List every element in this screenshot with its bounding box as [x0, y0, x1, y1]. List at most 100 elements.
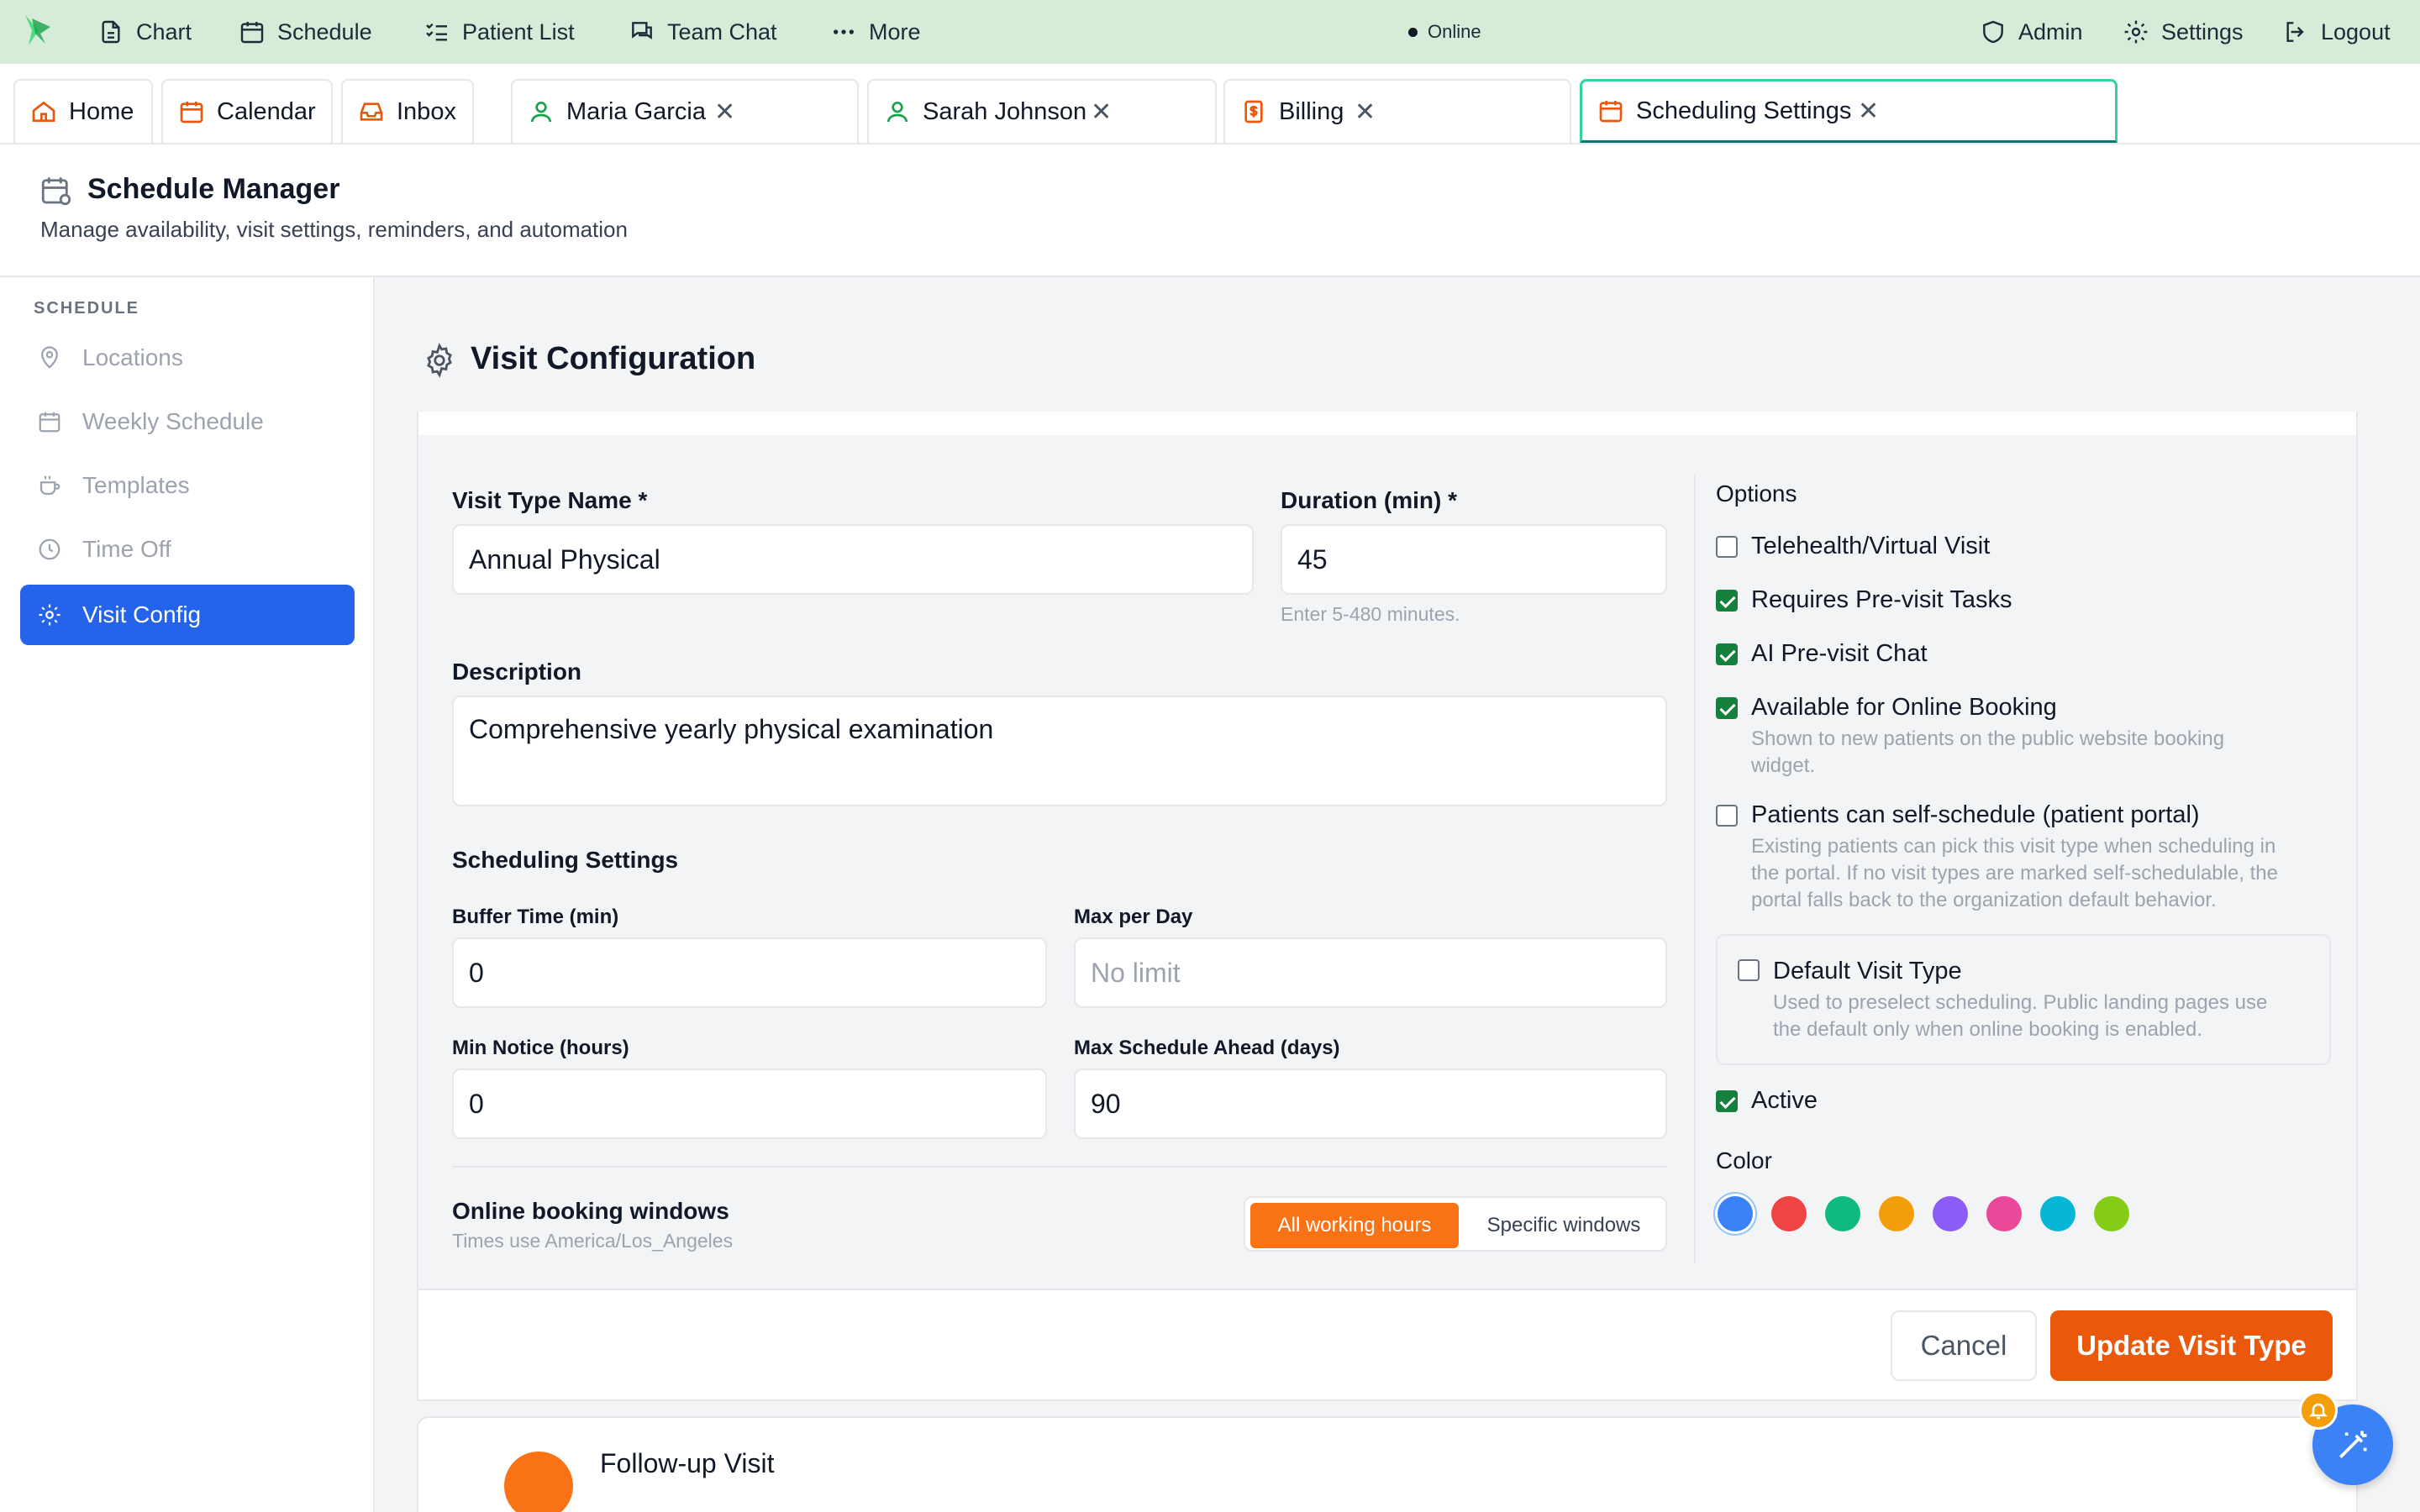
- nav-team-chat-label: Team Chat: [667, 18, 777, 45]
- scheduling-settings-heading: Scheduling Settings: [452, 847, 679, 873]
- nav-logout[interactable]: Logout: [2282, 0, 2391, 64]
- notification-bell-icon[interactable]: [2299, 1391, 2338, 1430]
- specific-windows-option[interactable]: Specific windows: [1465, 1203, 1662, 1248]
- clock-icon: [39, 538, 60, 560]
- duration-input[interactable]: 45: [1281, 524, 1667, 595]
- list-check-icon: [426, 23, 447, 41]
- cancel-button[interactable]: Cancel: [1891, 1310, 2037, 1381]
- active-checkbox[interactable]: [1716, 1090, 1738, 1112]
- all-working-hours-option[interactable]: All working hours: [1250, 1203, 1459, 1248]
- nav-team-chat[interactable]: Team Chat: [629, 0, 777, 64]
- nav-schedule[interactable]: Schedule: [239, 0, 372, 64]
- desc-line: the default only when online booking is …: [1773, 1018, 2203, 1041]
- color-swatch[interactable]: [1718, 1196, 1753, 1231]
- visit-type-name-input[interactable]: Annual Physical: [452, 524, 1254, 595]
- close-tab-icon[interactable]: ✕: [1858, 97, 1879, 126]
- nav-chart[interactable]: Chart: [97, 0, 192, 64]
- default-visit-type-label: Default Visit Type: [1773, 958, 1962, 984]
- color-swatch[interactable]: [1879, 1196, 1914, 1231]
- tab-scheduling-settings[interactable]: Scheduling Settings ✕: [1580, 79, 2118, 143]
- tab-calendar[interactable]: Calendar: [161, 79, 333, 143]
- description-label: Description: [452, 659, 582, 685]
- connection-status: Online: [1408, 0, 1481, 64]
- sidebar-item-visit-config[interactable]: Visit Config: [20, 585, 355, 645]
- ellipsis-icon: [834, 29, 854, 34]
- update-visit-type-button[interactable]: Update Visit Type: [2050, 1310, 2333, 1381]
- desc-line: portal falls back to the organization de…: [1751, 889, 2217, 911]
- calendar-settings-icon: [41, 177, 71, 206]
- online-booking-label: Available for Online Booking: [1751, 694, 2057, 721]
- self-schedule-checkbox[interactable]: [1716, 805, 1738, 827]
- calendar-icon: [180, 102, 203, 123]
- visit-type-title: Follow-up Visit: [600, 1448, 775, 1478]
- desc-line: Shown to new patients on the public webs…: [1751, 727, 2225, 750]
- duration-label: Duration (min) *: [1281, 487, 1457, 513]
- telehealth-label: Telehealth/Virtual Visit: [1751, 533, 1991, 559]
- magic-wand-icon: [2339, 1431, 2367, 1458]
- logout-icon: [2286, 22, 2304, 42]
- close-tab-icon[interactable]: ✕: [1355, 97, 1376, 127]
- tab-sarah-johnson[interactable]: Sarah Johnson ✕: [867, 79, 1217, 143]
- ai-pre-visit-chat-checkbox[interactable]: [1716, 643, 1738, 665]
- online-booking-windows-label: Online booking windows: [452, 1198, 729, 1224]
- tab-home[interactable]: Home: [13, 79, 153, 143]
- desc-line: Used to preselect scheduling. Public lan…: [1773, 991, 2268, 1014]
- sidebar: SCHEDULE Locations Weekly Schedule Templ…: [0, 277, 375, 1512]
- nav-admin[interactable]: Admin: [1980, 0, 2083, 64]
- tab-calendar-label: Calendar: [217, 97, 316, 125]
- page-header: Schedule Manager Manage availability, vi…: [0, 144, 2420, 277]
- telehealth-checkbox[interactable]: [1716, 536, 1738, 558]
- self-schedule-desc: Existing patients can pick this visit ty…: [1751, 833, 2278, 914]
- billing-icon: [1244, 100, 1263, 123]
- buffer-time-input[interactable]: 0: [452, 937, 1047, 1008]
- min-notice-label: Min Notice (hours): [452, 1037, 629, 1059]
- color-swatch[interactable]: [1986, 1196, 2022, 1231]
- color-swatch[interactable]: [2040, 1196, 2075, 1231]
- tab-inbox[interactable]: Inbox: [341, 79, 474, 143]
- top-navigation-bar: Chart Schedule Patient List Team Chat Mo…: [0, 0, 2420, 64]
- tab-maria-garcia[interactable]: Maria Garcia ✕: [511, 79, 859, 143]
- default-visit-type-checkbox[interactable]: [1738, 959, 1760, 981]
- close-tab-icon[interactable]: ✕: [714, 97, 735, 127]
- max-schedule-ahead-input[interactable]: 90: [1074, 1068, 1667, 1139]
- buffer-time-label: Buffer Time (min): [452, 906, 619, 928]
- nav-more[interactable]: More: [830, 0, 921, 64]
- color-swatch[interactable]: [1933, 1196, 1968, 1231]
- tab-billing[interactable]: Billing ✕: [1223, 79, 1571, 143]
- min-notice-input[interactable]: 0: [452, 1068, 1047, 1139]
- page-title: Schedule Manager: [87, 173, 340, 205]
- tab-billing-label: Billing: [1279, 97, 1344, 125]
- max-per-day-input[interactable]: No limit: [1074, 937, 1667, 1008]
- sidebar-item-label: Visit Config: [82, 601, 202, 627]
- sidebar-item-label: Templates: [82, 472, 190, 498]
- sidebar-item-templates[interactable]: Templates: [20, 455, 355, 516]
- nav-settings[interactable]: Settings: [2123, 0, 2244, 64]
- app-logo-icon[interactable]: [20, 12, 57, 49]
- self-schedule-label: Patients can self-schedule (patient port…: [1751, 801, 2200, 828]
- status-dot-icon: [1408, 27, 1418, 37]
- tab-sarah-johnson-label: Sarah Johnson: [923, 97, 1087, 125]
- desc-line: Existing patients can pick this visit ty…: [1751, 835, 2276, 858]
- nav-patient-list[interactable]: Patient List: [424, 0, 575, 64]
- color-swatch[interactable]: [1771, 1196, 1807, 1231]
- calendar-icon: [39, 412, 60, 433]
- online-booking-checkbox[interactable]: [1716, 697, 1738, 719]
- close-tab-icon[interactable]: ✕: [1091, 97, 1112, 127]
- sidebar-item-label: Time Off: [82, 536, 171, 562]
- color-swatch[interactable]: [1825, 1196, 1860, 1231]
- color-label: Color: [1716, 1147, 1772, 1173]
- duration-hint: Enter 5-480 minutes.: [1281, 603, 1460, 625]
- sidebar-item-locations[interactable]: Locations: [20, 328, 355, 388]
- sidebar-item-label: Locations: [82, 344, 183, 370]
- pre-visit-tasks-checkbox[interactable]: [1716, 590, 1738, 612]
- tab-scheduling-settings-label: Scheduling Settings: [1636, 97, 1852, 124]
- gear-icon: [39, 604, 60, 626]
- color-swatch[interactable]: [2094, 1196, 2129, 1231]
- sidebar-item-weekly-schedule[interactable]: Weekly Schedule: [20, 391, 355, 452]
- user-icon: [531, 102, 551, 123]
- visit-type-color-avatar: [504, 1452, 573, 1512]
- nav-settings-label: Settings: [2161, 18, 2244, 45]
- sidebar-item-time-off[interactable]: Time Off: [20, 519, 355, 580]
- tab-bar: Home Calendar Inbox Maria Garcia ✕ Sarah…: [0, 64, 2420, 144]
- description-textarea[interactable]: Comprehensive yearly physical examinatio…: [452, 696, 1667, 806]
